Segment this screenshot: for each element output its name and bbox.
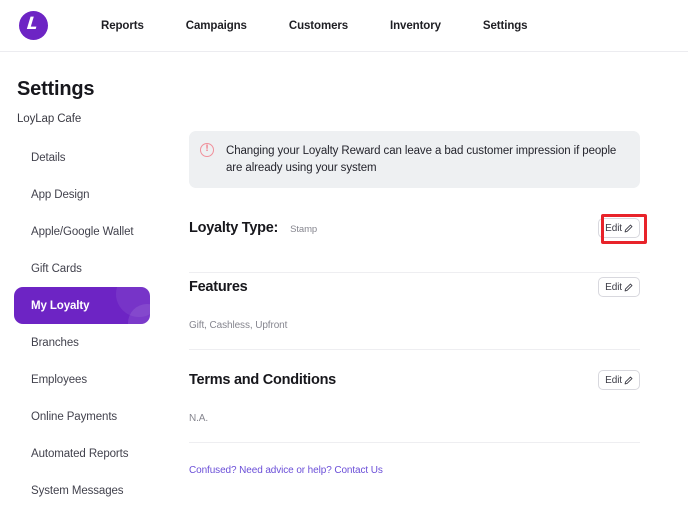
sidebar-item-automated-reports[interactable]: Automated Reports — [0, 435, 180, 472]
loyalty-type-title: Loyalty Type: — [189, 220, 278, 236]
terms-title: Terms and Conditions — [189, 372, 336, 388]
sidebar-menu: Details App Design Apple/Google Wallet G… — [0, 139, 180, 509]
terms-section: Terms and Conditions Edit N.A. — [189, 370, 640, 443]
loyalty-type-header: Loyalty Type: Stamp Edit — [189, 218, 640, 238]
main-content: ! Changing your Loyalty Reward can leave… — [180, 52, 688, 506]
app-logo[interactable]: L — [16, 9, 50, 43]
features-value: Gift, Cashless, Upfront — [189, 320, 640, 331]
section-divider — [189, 272, 640, 273]
sidebar-item-label: System Messages — [31, 485, 123, 497]
section-divider — [189, 442, 640, 443]
nav-link-reports[interactable]: Reports — [101, 20, 144, 32]
exclamation-circle-icon: ! — [200, 143, 214, 157]
sidebar-item-online-payments[interactable]: Online Payments — [0, 398, 180, 435]
sidebar-item-label: Branches — [31, 337, 79, 349]
sidebar-item-label: Gift Cards — [31, 263, 82, 275]
sidebar-item-employees[interactable]: Employees — [0, 361, 180, 398]
sidebar-item-label: My Loyalty — [31, 300, 89, 312]
warning-banner-text: Changing your Loyalty Reward can leave a… — [226, 143, 626, 176]
sidebar-item-apple-google-wallet[interactable]: Apple/Google Wallet — [0, 213, 180, 250]
contact-us-link[interactable]: Confused? Need advice or help? Contact U… — [189, 465, 383, 476]
edit-button-label: Edit — [605, 282, 622, 293]
edit-button-label: Edit — [605, 223, 622, 234]
edit-loyalty-type-button[interactable]: Edit — [598, 218, 640, 238]
terms-header: Terms and Conditions Edit — [189, 370, 640, 390]
pencil-icon — [624, 283, 633, 292]
loylap-logo-icon: L — [19, 11, 48, 40]
sidebar-item-label: Details — [31, 152, 65, 164]
logo-letter: L — [26, 16, 39, 33]
terms-value: N.A. — [189, 413, 640, 424]
edit-button-label: Edit — [605, 375, 622, 386]
top-navigation-bar: L Reports Campaigns Customers Inventory … — [0, 0, 688, 52]
loyalty-type-value: Stamp — [290, 224, 317, 235]
features-title: Features — [189, 279, 247, 295]
nav-link-campaigns[interactable]: Campaigns — [186, 20, 247, 32]
settings-sidebar: Settings LoyLap Cafe Details App Design … — [0, 52, 180, 506]
nav-link-customers[interactable]: Customers — [289, 20, 348, 32]
sidebar-item-label: Employees — [31, 374, 87, 386]
nav-link-inventory[interactable]: Inventory — [390, 20, 441, 32]
loyalty-type-section: Loyalty Type: Stamp Edit — [189, 218, 640, 273]
sidebar-item-branches[interactable]: Branches — [0, 324, 180, 361]
sidebar-item-label: Automated Reports — [31, 448, 128, 460]
pencil-icon — [624, 224, 633, 233]
nav-link-settings[interactable]: Settings — [483, 20, 528, 32]
sidebar-item-label: App Design — [31, 189, 89, 201]
features-header: Features Edit — [189, 277, 640, 297]
features-section: Features Edit Gift, Cashless, Upfront — [189, 277, 640, 350]
sidebar-item-details[interactable]: Details — [0, 139, 180, 176]
sidebar-item-label: Online Payments — [31, 411, 117, 423]
loyalty-type-title-row: Loyalty Type: Stamp — [189, 220, 317, 236]
sidebar-item-app-design[interactable]: App Design — [0, 176, 180, 213]
sidebar-item-my-loyalty[interactable]: My Loyalty — [14, 287, 150, 324]
decorative-circle-icon — [128, 304, 150, 324]
pencil-icon — [624, 376, 633, 385]
page-title: Settings — [17, 78, 180, 101]
edit-features-button[interactable]: Edit — [598, 277, 640, 297]
sidebar-item-gift-cards[interactable]: Gift Cards — [0, 250, 180, 287]
primary-nav-links: Reports Campaigns Customers Inventory Se… — [101, 20, 527, 32]
edit-terms-button[interactable]: Edit — [598, 370, 640, 390]
warning-banner: ! Changing your Loyalty Reward can leave… — [189, 131, 640, 188]
decorative-circle-icon — [116, 287, 150, 317]
organisation-name: LoyLap Cafe — [17, 113, 180, 125]
section-divider — [189, 349, 640, 350]
sidebar-item-label: Apple/Google Wallet — [31, 226, 134, 238]
sidebar-item-system-messages[interactable]: System Messages — [0, 472, 180, 509]
